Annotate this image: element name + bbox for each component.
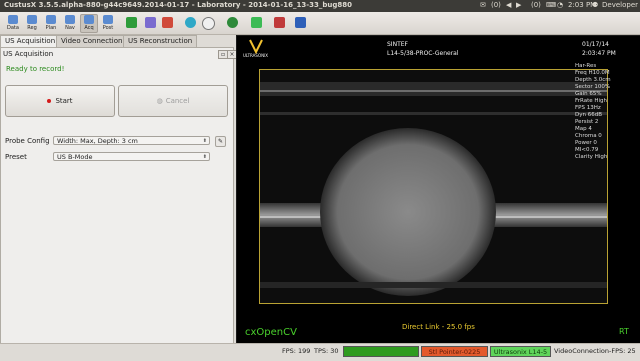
measure-icon	[161, 17, 173, 28]
tool-button-7[interactable]	[249, 15, 263, 32]
stream-status: Direct Link - 25.0 fps	[402, 323, 475, 331]
workflow-reg-button[interactable]: Reg	[24, 15, 40, 32]
chevron-updown-icon: ⬍	[202, 154, 207, 160]
tracking-icon	[250, 17, 262, 28]
acq-icon	[84, 15, 94, 24]
tool-button-8[interactable]	[272, 15, 286, 32]
workflow-nav-button[interactable]: Nav	[62, 15, 78, 32]
scan-time: 2:03:47 PM	[582, 50, 616, 57]
tool-button-1[interactable]	[124, 15, 138, 32]
ultrasonix-logo: ULTRASONIX	[241, 38, 271, 60]
probe-config-label: Probe Config	[5, 137, 50, 145]
tracking-status-indicator	[343, 346, 419, 357]
status-message: Ready to record!	[6, 65, 65, 73]
refresh-icon	[184, 17, 196, 28]
render-fps: FPS: 199	[282, 347, 311, 355]
main-toolbar: Data Reg Plan Nav Acq Post	[0, 12, 640, 35]
tool-button-2[interactable]	[143, 15, 157, 32]
workflow-post-button[interactable]: Post	[100, 15, 116, 32]
window-title-bar: CustusX 3.5.5.alpha-880-g44c9649.2014-01…	[0, 0, 640, 12]
status-bar: FPS: 199 TPS: 30 Stl Pointer-0225 Ultras…	[0, 343, 640, 361]
record-dot-icon	[47, 99, 52, 103]
tool-probe-status[interactable]: Ultrasonix L14-5	[490, 346, 551, 357]
help-button[interactable]	[293, 15, 307, 32]
reg-icon	[27, 15, 37, 24]
keyboard-icon[interactable]: ⌨	[546, 1, 556, 9]
prev-icon[interactable]: ◀	[506, 1, 511, 9]
scan-parameters: Har-Res Freq H10.0M Depth 3.0cm Sector 1…	[575, 63, 611, 160]
stream-source-label: cxOpenCV	[245, 327, 297, 338]
tracking-tps: TPS: 30	[314, 347, 339, 355]
post-icon	[103, 15, 113, 24]
video-fps: VideoConnection-FPS: 25	[554, 347, 636, 355]
tool-pointer-status[interactable]: Stl Pointer-0225	[421, 346, 488, 357]
realtime-label: RT	[619, 327, 629, 336]
preset-select[interactable]: US B-Mode ⬍	[53, 152, 210, 161]
nav-icon	[65, 15, 75, 24]
ultrasound-view[interactable]: ULTRASONIX SINTEF L14-5/38-PROC-General …	[236, 35, 640, 344]
probe-config-edit-button[interactable]: ✎	[215, 136, 226, 147]
preset-label: Preset	[5, 153, 27, 161]
probe-config-select[interactable]: Width: Max, Depth: 3 cm ⬍	[53, 136, 210, 145]
tab-us-reconstruction[interactable]: US Reconstruction	[123, 35, 198, 47]
next-icon[interactable]: ▶	[516, 1, 521, 9]
left-tab-bar: US Acquisition Video Connection US Recon…	[0, 35, 236, 48]
ultrasound-image	[259, 69, 608, 304]
user-name[interactable]: Developer	[602, 1, 638, 9]
panel-title: US Acquisition	[3, 50, 54, 58]
tool-button-4[interactable]	[183, 15, 197, 32]
workflow-data-button[interactable]: Data	[5, 15, 21, 32]
chevron-updown-icon: ⬍	[202, 138, 207, 144]
scan-date: 01/17/14	[582, 41, 609, 48]
window-title: CustusX 3.5.5.alpha-880-g44c9649.2014-01…	[4, 1, 352, 9]
data-icon	[8, 15, 18, 24]
sample-point-icon	[125, 17, 137, 28]
site-name: SINTEF	[387, 41, 408, 48]
plan-icon	[46, 15, 56, 24]
help-icon	[294, 17, 306, 28]
cancel-button[interactable]: ◍ Cancel	[118, 85, 228, 117]
tool-button-3[interactable]	[160, 15, 174, 32]
tab-video-connection[interactable]: Video Connection	[56, 35, 128, 47]
tool-button-5[interactable]	[201, 15, 215, 32]
mail-count: (0)	[491, 1, 501, 9]
probe-name: L14-5/38-PROC-General	[387, 50, 459, 57]
info-count: (0)	[531, 1, 541, 9]
record-icon	[226, 17, 238, 28]
cancel-icon: ◍	[156, 97, 163, 105]
tool-button-6[interactable]	[225, 15, 239, 32]
workflow-plan-button[interactable]: Plan	[43, 15, 59, 32]
clock-icon[interactable]: ◔	[557, 1, 563, 9]
us-acquisition-panel: US Acquisition ▫ × Ready to record! Star…	[0, 47, 237, 344]
workflow-acq-button[interactable]: Acq	[80, 14, 98, 33]
start-button[interactable]: Start	[5, 85, 115, 117]
camera-icon	[201, 17, 215, 30]
pointer-icon	[273, 17, 285, 28]
mail-icon[interactable]: ✉	[480, 1, 486, 9]
landmark-icon	[144, 17, 156, 28]
user-icon[interactable]: ⚉	[592, 1, 598, 9]
